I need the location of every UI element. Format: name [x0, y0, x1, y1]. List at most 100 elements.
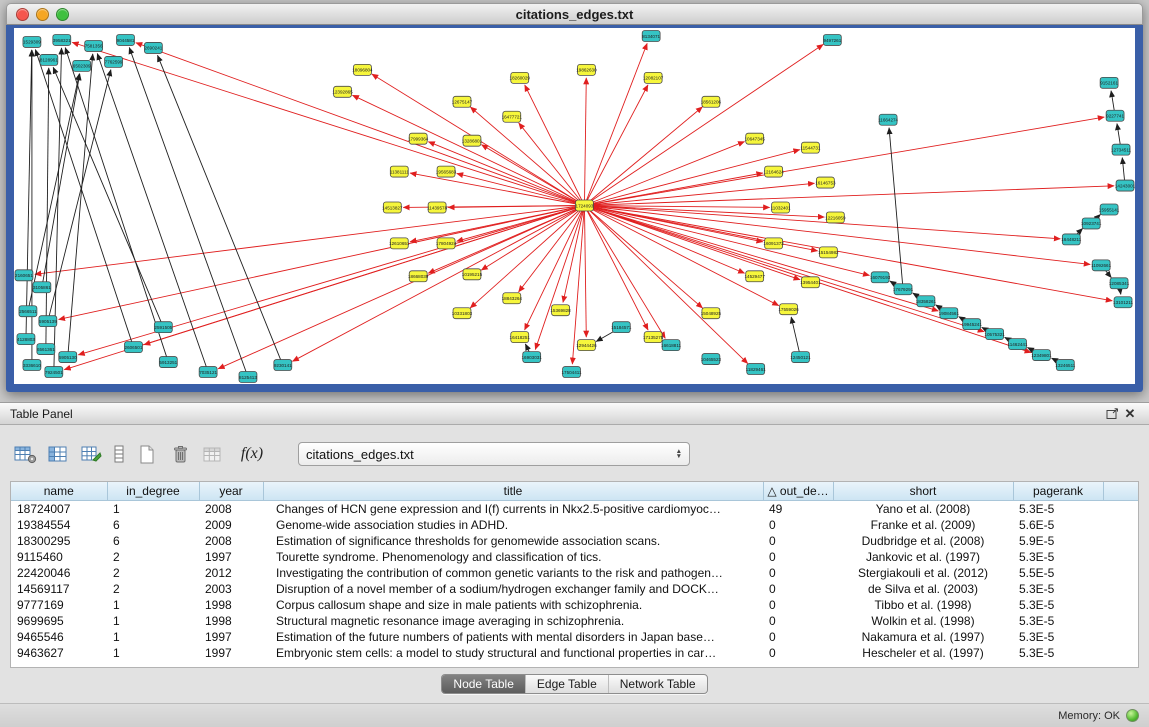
graph-node[interactable]: 13954401	[800, 277, 821, 288]
graph-node[interactable]: 2591505	[154, 322, 172, 333]
network-canvas[interactable]: 1724093198626301208210718561206106473451…	[14, 28, 1135, 384]
graph-node[interactable]: 13286801	[462, 135, 483, 146]
graph-node[interactable]: 9230141	[274, 360, 292, 371]
hub-node[interactable]: 1724093	[575, 200, 593, 211]
table-row[interactable]: 1456911722003Disruption of a novel membe…	[11, 581, 1138, 597]
graph-node[interactable]: 8134071	[642, 30, 660, 41]
graph-node[interactable]: 9497261	[823, 34, 841, 45]
graph-node[interactable]: 10465523	[701, 354, 722, 365]
table-source-dropdown[interactable]: citations_edges.txt ▲▼	[298, 442, 690, 466]
memory-status-icon[interactable]	[1126, 709, 1139, 722]
graph-node[interactable]: 7035121	[199, 367, 217, 378]
graph-node[interactable]: 16418251	[510, 332, 531, 343]
graph-node[interactable]: 18358261	[916, 296, 937, 307]
table-row[interactable]: 946362711997Embryonic stem cells: a mode…	[11, 645, 1138, 661]
graph-node[interactable]: 17999364	[408, 133, 429, 144]
graph-node[interactable]: 11544731	[800, 142, 820, 153]
tab-edge-table[interactable]: Edge Table	[525, 675, 608, 693]
graph-node[interactable]: 15369828	[550, 305, 571, 316]
graph-node[interactable]: 16146753	[815, 177, 836, 188]
graph-node[interactable]: 17504411	[562, 367, 582, 378]
graph-node[interactable]: 13101211	[1113, 297, 1133, 308]
tab-node-table[interactable]: Node Table	[442, 675, 525, 693]
graph-node[interactable]: 6561361	[37, 344, 55, 355]
table-row[interactable]: 1872400712008Changes of HCN gene express…	[11, 501, 1138, 518]
graph-node[interactable]: 19945241	[962, 319, 983, 330]
table-row[interactable]: 1830029562008Estimation of significance …	[11, 533, 1138, 549]
close-button[interactable]	[16, 8, 29, 21]
graph-node[interactable]: 18668039	[408, 271, 429, 282]
column-header-out_degree[interactable]: △ out_de…	[763, 482, 833, 501]
float-panel-icon[interactable]	[1103, 406, 1121, 422]
graph-node[interactable]: 8128961	[40, 54, 58, 65]
graph-node[interactable]: 10575321	[984, 329, 1005, 340]
graph-node[interactable]: 11462441	[1008, 339, 1028, 350]
graph-node[interactable]: 2566511	[19, 306, 37, 317]
row-height-icon[interactable]	[111, 442, 127, 466]
column-header-title[interactable]: title	[263, 482, 763, 501]
graph-node[interactable]: 16903031	[522, 352, 543, 363]
table-row[interactable]: 946554611997Estimation of the future num…	[11, 629, 1138, 645]
table-row[interactable]: 911546021997Tourette syndrome. Phenomeno…	[11, 549, 1138, 565]
graph-node[interactable]: 17679291	[893, 284, 914, 295]
graph-node[interactable]: 11439578	[427, 202, 447, 213]
graph-node[interactable]: 2690241	[144, 42, 162, 53]
graph-node[interactable]: 15154982	[818, 247, 839, 258]
graph-node[interactable]: 17135275	[643, 332, 664, 343]
column-header-in_degree[interactable]: in_degree	[107, 482, 199, 501]
graph-node[interactable]: 16079193	[870, 272, 891, 283]
graph-node[interactable]: 2606501	[125, 342, 143, 353]
graph-node[interactable]: 5913251	[159, 357, 177, 368]
graph-node[interactable]: 19862630	[576, 64, 597, 75]
show-columns-icon[interactable]	[45, 442, 71, 466]
graph-node[interactable]: 7924501	[45, 367, 63, 378]
column-header-short[interactable]: short	[833, 482, 1013, 501]
function-builder-button[interactable]: f(x)	[239, 442, 265, 466]
graph-node[interactable]: 16091372	[763, 238, 784, 249]
graph-node[interactable]: 17804924	[436, 238, 457, 249]
graph-node[interactable]: 12349801	[1031, 350, 1052, 361]
delete-column-icon[interactable]	[167, 442, 193, 466]
table-row[interactable]: 977716911998Corpus callosum shape and si…	[11, 597, 1138, 613]
column-header-year[interactable]: year	[199, 482, 263, 501]
graph-node[interactable]: 12450121	[790, 352, 811, 363]
table-mode-icon[interactable]	[12, 442, 38, 466]
table-row[interactable]: 2242004622012Investigating the contribut…	[11, 565, 1138, 581]
graph-node[interactable]: 17559026	[778, 304, 799, 315]
graph-node[interactable]: 13246511	[1055, 360, 1075, 371]
graph-node[interactable]: 12216059	[825, 212, 846, 223]
graph-node[interactable]: 14513827	[382, 202, 403, 213]
graph-node[interactable]: 10923741	[1081, 218, 1102, 229]
import-table-icon[interactable]	[200, 442, 226, 466]
graph-node[interactable]: 18260029	[510, 72, 531, 83]
create-column-icon[interactable]	[134, 442, 160, 466]
column-header-name[interactable]: name	[11, 482, 107, 501]
graph-node[interactable]: 12944426	[576, 340, 597, 351]
graph-node[interactable]: 12734511	[1111, 144, 1131, 155]
graph-node[interactable]: 3958321	[53, 34, 71, 45]
table-row[interactable]: 1938455462009Genome-wide association stu…	[11, 517, 1138, 533]
graph-node[interactable]: 11092661	[1091, 260, 1111, 271]
graph-node[interactable]: 19565683	[436, 166, 457, 177]
graph-node[interactable]: 11381111	[390, 166, 409, 177]
graph-node[interactable]: 12082107	[643, 72, 664, 83]
edit-table-icon[interactable]	[78, 442, 104, 466]
graph-node[interactable]: 3105861	[33, 282, 51, 293]
graph-node[interactable]: 16618811	[661, 340, 681, 351]
graph-node[interactable]: 12392865	[332, 86, 353, 97]
tab-network-table[interactable]: Network Table	[608, 675, 707, 693]
graph-node[interactable]: 3336610	[23, 360, 41, 371]
graph-node[interactable]: 1529309	[23, 36, 41, 47]
graph-node[interactable]: 11032401	[771, 202, 791, 213]
graph-node[interactable]: 11829461	[746, 364, 766, 375]
column-header-pagerank[interactable]: pagerank	[1013, 482, 1103, 501]
window-titlebar[interactable]: citations_edges.txt	[6, 3, 1143, 25]
graph-node[interactable]: 15184571	[611, 322, 632, 333]
graph-node[interactable]: 8125413	[239, 372, 257, 383]
graph-node[interactable]: 9152161	[1100, 77, 1118, 88]
graph-node[interactable]: 19084561	[939, 308, 960, 319]
graph-node[interactable]: 10195215	[462, 269, 483, 280]
graph-node[interactable]: 15955141	[1099, 204, 1120, 215]
graph-node[interactable]: 2160651	[15, 270, 33, 281]
graph-node[interactable]: 15048925	[701, 308, 722, 319]
